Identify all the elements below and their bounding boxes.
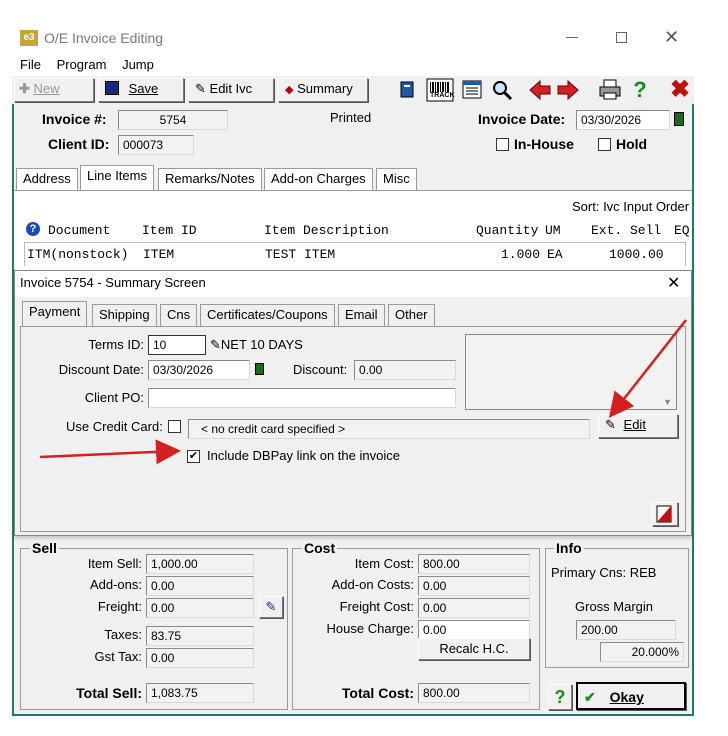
okay-button[interactable]: ✔ Okay [576,682,686,710]
freight-field: 0.00 [146,598,254,618]
gross-margin-label: Gross Margin [575,599,654,614]
gross-margin-percent: 20.000% [600,642,684,662]
sell-title: Sell [30,540,59,556]
taxes-label: Taxes: [104,627,142,642]
freight-cost-field: 0.00 [418,598,530,618]
item-cost-field: 800.00 [418,554,530,574]
pencil-icon: ✎ [265,599,277,614]
gross-margin-value: 200.00 [576,620,676,640]
total-sell-label: Total Sell: [76,685,142,701]
recalc-hc-button[interactable]: Recalc H.C. [418,638,530,660]
taxes-field: 83.75 [146,626,254,646]
arrow-to-edit-button [608,319,687,418]
addon-costs-label: Add-on Costs: [331,577,414,592]
freight-label: Freight: [97,599,142,614]
info-title: Info [554,540,584,556]
addons-field: 0.00 [146,576,254,596]
item-sell-label: Item Sell: [87,556,142,571]
item-cost-label: Item Cost: [354,556,414,571]
cost-title: Cost [302,540,338,556]
freight-edit-button[interactable]: ✎ [259,596,283,618]
total-cost-field: 800.00 [418,683,530,703]
gst-tax-field: 0.00 [146,648,254,668]
arrow-to-dbpay-checkbox [39,439,181,465]
house-charge-label: House Charge: [326,621,414,636]
freight-cost-label: Freight Cost: [339,599,414,614]
checkmark-icon: ✔ [584,689,596,705]
item-sell-field: 1,000.00 [146,554,254,574]
help-button[interactable]: ? [548,684,572,710]
addons-label: Add-ons: [89,577,142,592]
total-cost-label: Total Cost: [341,685,414,701]
primary-cns: Primary Cns: REB [551,565,657,580]
gst-tax-label: Gst Tax: [94,649,142,664]
total-sell-field: 1,083.75 [146,683,254,703]
addon-costs-field: 0.00 [418,576,530,596]
house-charge-input[interactable]: 0.00 [418,620,530,640]
